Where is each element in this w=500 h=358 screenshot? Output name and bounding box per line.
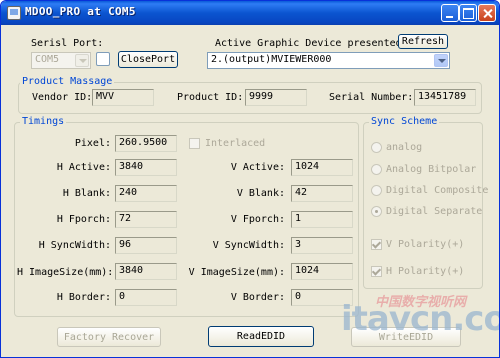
factory-recover-button[interactable]: Factory Recover xyxy=(57,327,161,347)
maximize-button[interactable] xyxy=(459,4,477,22)
read-edid-button[interactable]: ReadEDID xyxy=(208,326,314,347)
timings-legend: Timings xyxy=(20,116,67,127)
serial-port-label: Serisl Port: xyxy=(31,38,104,49)
close-port-button[interactable]: ClosePort xyxy=(118,51,178,68)
analog-radio[interactable] xyxy=(371,142,382,153)
minimize-button[interactable] xyxy=(441,4,459,22)
h-border-label: H Border: xyxy=(56,292,111,303)
product-id-field[interactable]: 9999 xyxy=(245,89,307,106)
chevron-down-icon xyxy=(75,54,89,67)
analog-bipolar-radio[interactable] xyxy=(371,164,382,175)
v-syncwidth-field[interactable]: 3 xyxy=(291,237,353,254)
v-active-field[interactable]: 1024 xyxy=(291,159,353,176)
v-blank-field[interactable]: 42 xyxy=(291,185,353,202)
pixel-label: Pixel: xyxy=(74,138,111,149)
device-select[interactable]: 2.(output)MVIEWER000 xyxy=(207,52,450,69)
h-border-field[interactable]: 0 xyxy=(115,289,177,306)
sync-scheme-legend: Sync Scheme xyxy=(369,116,440,127)
v-imagesize-label: V ImageSize(mm): xyxy=(188,267,285,278)
serial-port-select[interactable]: COM5 xyxy=(31,52,91,69)
h-fporch-field[interactable]: 72 xyxy=(115,211,177,228)
analog-bipolar-label: Analog Bitpolar xyxy=(386,164,477,175)
window-title: MDOO_PRO at COM5 xyxy=(25,5,136,18)
h-blank-label: H Blank: xyxy=(62,188,111,199)
h-imagesize-field[interactable]: 3840 xyxy=(115,263,177,280)
v-polarity-label: V Polarity(+) xyxy=(386,239,465,250)
product-legend: Product Massage xyxy=(20,76,115,87)
digital-composite-label: Digital Composite xyxy=(386,185,489,196)
product-id-label: Product ID: xyxy=(177,92,244,103)
v-fporch-label: V Fporch: xyxy=(230,214,285,225)
close-button[interactable] xyxy=(478,4,496,22)
watermark-cn: 中国数字视听网 xyxy=(375,295,467,310)
interlaced-label: Interlaced xyxy=(205,138,266,149)
digital-separate-radio[interactable] xyxy=(371,206,382,217)
h-syncwidth-field[interactable]: 96 xyxy=(115,237,177,254)
serial-number-field[interactable]: 13451789 xyxy=(414,89,476,106)
v-polarity-checkbox[interactable] xyxy=(371,239,382,250)
app-icon xyxy=(7,6,21,20)
interlaced-checkbox[interactable] xyxy=(189,138,200,149)
analog-label: analog xyxy=(386,142,423,153)
digital-composite-radio[interactable] xyxy=(371,185,382,196)
v-imagesize-field[interactable]: 1024 xyxy=(291,263,353,280)
v-border-label: V Border: xyxy=(230,292,285,303)
vendor-id-label: Vendor ID: xyxy=(32,92,93,103)
port-status-indicator[interactable] xyxy=(96,52,110,66)
h-fporch-label: H Fporch: xyxy=(56,214,111,225)
refresh-button[interactable]: Refresh xyxy=(398,34,448,49)
h-polarity-label: H Polarity(+) xyxy=(386,266,465,277)
h-polarity-checkbox[interactable] xyxy=(371,266,382,277)
vendor-id-field[interactable]: MVV xyxy=(92,89,154,106)
h-active-label: H Active: xyxy=(56,162,111,173)
app-window: MDOO_PRO at COM5 Serisl Port: COM5 Close… xyxy=(0,0,500,358)
v-active-label: V Active: xyxy=(230,162,285,173)
serial-port-value: COM5 xyxy=(35,54,60,65)
v-syncwidth-label: V SyncWidth: xyxy=(212,240,285,251)
h-syncwidth-label: H SyncWidth: xyxy=(38,240,111,251)
device-value: 2.(output)MVIEWER000 xyxy=(211,54,332,65)
serial-number-label: Serial Number: xyxy=(329,92,414,103)
h-active-field[interactable]: 3840 xyxy=(115,159,177,176)
h-imagesize-label: H ImageSize(mm): xyxy=(17,267,114,278)
h-blank-field[interactable]: 240 xyxy=(115,185,177,202)
pixel-field[interactable]: 260.9500 xyxy=(115,135,177,152)
v-blank-label: V Blank: xyxy=(236,188,285,199)
title-bar[interactable]: MDOO_PRO at COM5 xyxy=(1,1,499,25)
v-fporch-field[interactable]: 1 xyxy=(291,211,353,228)
chevron-down-icon xyxy=(434,54,448,67)
active-device-label: Active Graphic Device presented xyxy=(215,38,402,49)
digital-separate-label: Digital Separate xyxy=(386,206,483,217)
